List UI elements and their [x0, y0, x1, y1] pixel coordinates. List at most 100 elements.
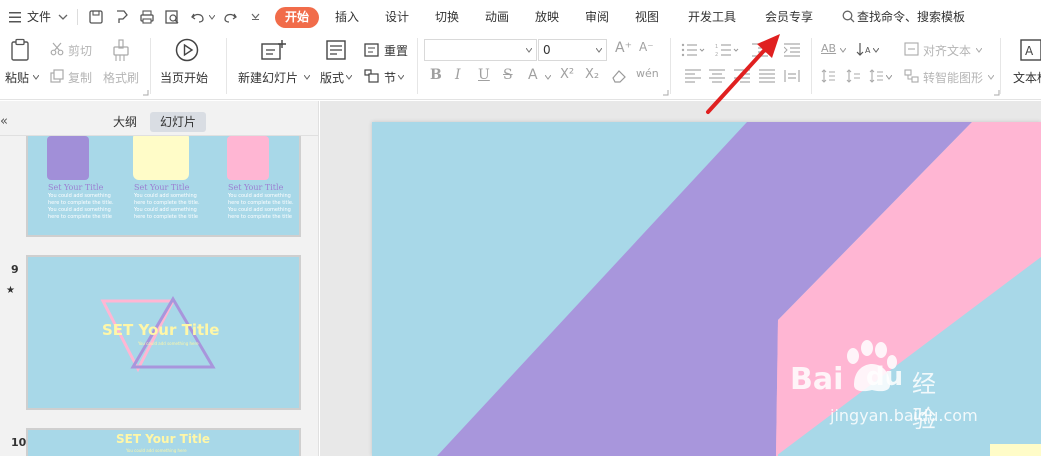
play-icon[interactable]	[175, 38, 199, 62]
italic-icon[interactable]: I	[455, 67, 461, 83]
command-search[interactable]: 查找命令、搜索模板	[857, 0, 965, 34]
thumb-title: SET Your Title	[102, 321, 220, 339]
output-icon[interactable]	[114, 9, 130, 25]
textbox-button[interactable]: 文本框	[1013, 69, 1041, 86]
text-direction-icon[interactable]: A	[856, 42, 872, 56]
chevron-down-icon[interactable]	[209, 15, 215, 20]
paragraph-spacing-icon[interactable]	[846, 69, 860, 83]
divider	[77, 9, 78, 25]
slide-thumbnail[interactable]: SET Your Title You could add something h…	[26, 255, 301, 410]
tab-slides[interactable]: 幻灯片	[150, 112, 206, 132]
thumb-body: You could add something here to complete…	[48, 193, 114, 220]
strikethrough-icon[interactable]: S	[503, 67, 513, 83]
slide-thumbnail[interactable]: SET Your Title You could add something h…	[26, 428, 301, 456]
menu-bar: 文件 开始 插入 设计 切换 动画 放映 审阅 视图 开发工具 会员专享 查找命…	[0, 0, 1041, 34]
print-preview-icon[interactable]	[164, 9, 180, 25]
font-name-field[interactable]	[424, 39, 537, 61]
watermark-url: jingyan.baidu.com	[830, 406, 978, 425]
thumb-title: Set Your Title	[228, 183, 284, 192]
tab-slideshow[interactable]: 放映	[535, 0, 559, 34]
group-launcher-icon[interactable]	[663, 90, 669, 96]
menu-icon[interactable]	[8, 0, 22, 34]
chevron-down-icon[interactable]	[988, 75, 994, 80]
watermark-brand-suffix: du	[866, 362, 904, 392]
tab-design[interactable]: 设计	[385, 0, 409, 34]
chevron-down-icon[interactable]	[545, 75, 551, 80]
tab-developer[interactable]: 开发工具	[688, 0, 736, 34]
tab-review[interactable]: 审阅	[585, 0, 609, 34]
layout-button[interactable]: 版式	[320, 69, 344, 86]
section-button[interactable]: 节	[384, 69, 396, 86]
chevron-down-icon[interactable]	[840, 48, 846, 53]
new-slide-icon[interactable]	[260, 39, 286, 61]
phonetic-icon[interactable]: wén	[636, 67, 659, 80]
smart-shape-icon	[904, 69, 919, 83]
reset-icon[interactable]	[364, 43, 379, 57]
divider	[150, 38, 151, 94]
chevron-down-icon[interactable]	[346, 75, 352, 80]
underline-icon[interactable]: U	[478, 67, 490, 83]
chevron-down-icon[interactable]	[33, 75, 39, 80]
copy-button[interactable]: 复制	[68, 69, 92, 86]
watermark-brand: Bai	[790, 362, 844, 397]
line-spacing-icon[interactable]	[821, 69, 835, 83]
paste-icon[interactable]	[9, 38, 31, 62]
save-icon[interactable]	[88, 9, 104, 25]
superscript-icon[interactable]: X²	[560, 67, 574, 82]
tab-outline[interactable]: 大纲	[105, 112, 145, 132]
svg-text:A: A	[1025, 44, 1034, 58]
slide-thumbnail[interactable]: Set Your Title Set Your Title Set Your T…	[26, 136, 301, 237]
double-chevron-left-icon[interactable]: «	[0, 114, 8, 129]
subscript-icon[interactable]: X₂	[585, 67, 599, 82]
chevron-down-icon[interactable]	[304, 75, 310, 80]
tab-view[interactable]: 视图	[635, 0, 659, 34]
tab-home[interactable]: 开始	[275, 7, 319, 28]
align-left-icon[interactable]	[685, 69, 701, 83]
undo-icon[interactable]	[190, 9, 206, 25]
tab-transitions[interactable]: 切换	[435, 0, 459, 34]
chevron-down-icon[interactable]	[976, 48, 982, 53]
redo-icon[interactable]	[222, 9, 238, 25]
font-color-icon[interactable]: A	[528, 67, 538, 83]
reset-button[interactable]: 重置	[384, 42, 408, 59]
tab-insert[interactable]: 插入	[335, 0, 359, 34]
search-icon[interactable]	[842, 10, 855, 23]
chevron-down-icon[interactable]	[398, 75, 404, 80]
chevron-down-icon[interactable]	[886, 75, 892, 80]
thumb-subtitle: You could add something here	[126, 448, 187, 453]
increase-font-icon[interactable]: A⁺	[615, 40, 632, 56]
tab-animation[interactable]: 动画	[485, 0, 509, 34]
svg-text:A: A	[865, 46, 871, 55]
spacing-options-icon[interactable]	[869, 69, 883, 83]
group-launcher-icon[interactable]	[994, 90, 1000, 96]
chevron-down-icon[interactable]	[526, 48, 532, 53]
smart-shape-button[interactable]: 转智能图形	[923, 69, 983, 86]
character-spacing-icon[interactable]: AB	[821, 42, 836, 55]
chevron-down-icon[interactable]	[596, 48, 602, 53]
thumb-title: SET Your Title	[116, 432, 210, 446]
align-text-button[interactable]: 对齐文本	[923, 42, 971, 59]
section-icon[interactable]	[364, 69, 379, 83]
eraser-icon[interactable]	[611, 69, 627, 83]
tab-member[interactable]: 会员专享	[765, 0, 813, 34]
print-icon[interactable]	[139, 9, 155, 25]
layout-icon[interactable]	[325, 39, 347, 61]
customize-chevron-icon[interactable]	[251, 13, 260, 21]
group-launcher-icon[interactable]	[143, 90, 149, 96]
chevron-down-icon[interactable]	[873, 48, 879, 53]
divider	[1000, 38, 1001, 94]
format-painter-icon	[113, 39, 129, 61]
decrease-font-icon[interactable]: A⁻	[639, 40, 654, 54]
chevron-down-icon[interactable]	[58, 0, 68, 34]
play-from-current-button[interactable]: 当页开始	[160, 69, 208, 86]
thumb-title: Set Your Title	[134, 183, 190, 192]
cut-button[interactable]: 剪切	[68, 42, 92, 59]
new-slide-button[interactable]: 新建幻灯片	[238, 69, 298, 86]
paste-button[interactable]: 粘贴	[5, 69, 29, 86]
font-size-field[interactable]: 0	[538, 39, 607, 61]
ribbon-toolbar: 粘贴 剪切 复制 格式刷 当页开始 新建幻灯片 版式 重置 节 0 A⁺ A⁻ …	[0, 34, 1041, 100]
format-painter-button[interactable]: 格式刷	[103, 69, 139, 86]
textbox-icon[interactable]: A	[1020, 39, 1041, 61]
file-menu[interactable]: 文件	[27, 0, 51, 34]
bold-icon[interactable]: B	[430, 67, 442, 83]
